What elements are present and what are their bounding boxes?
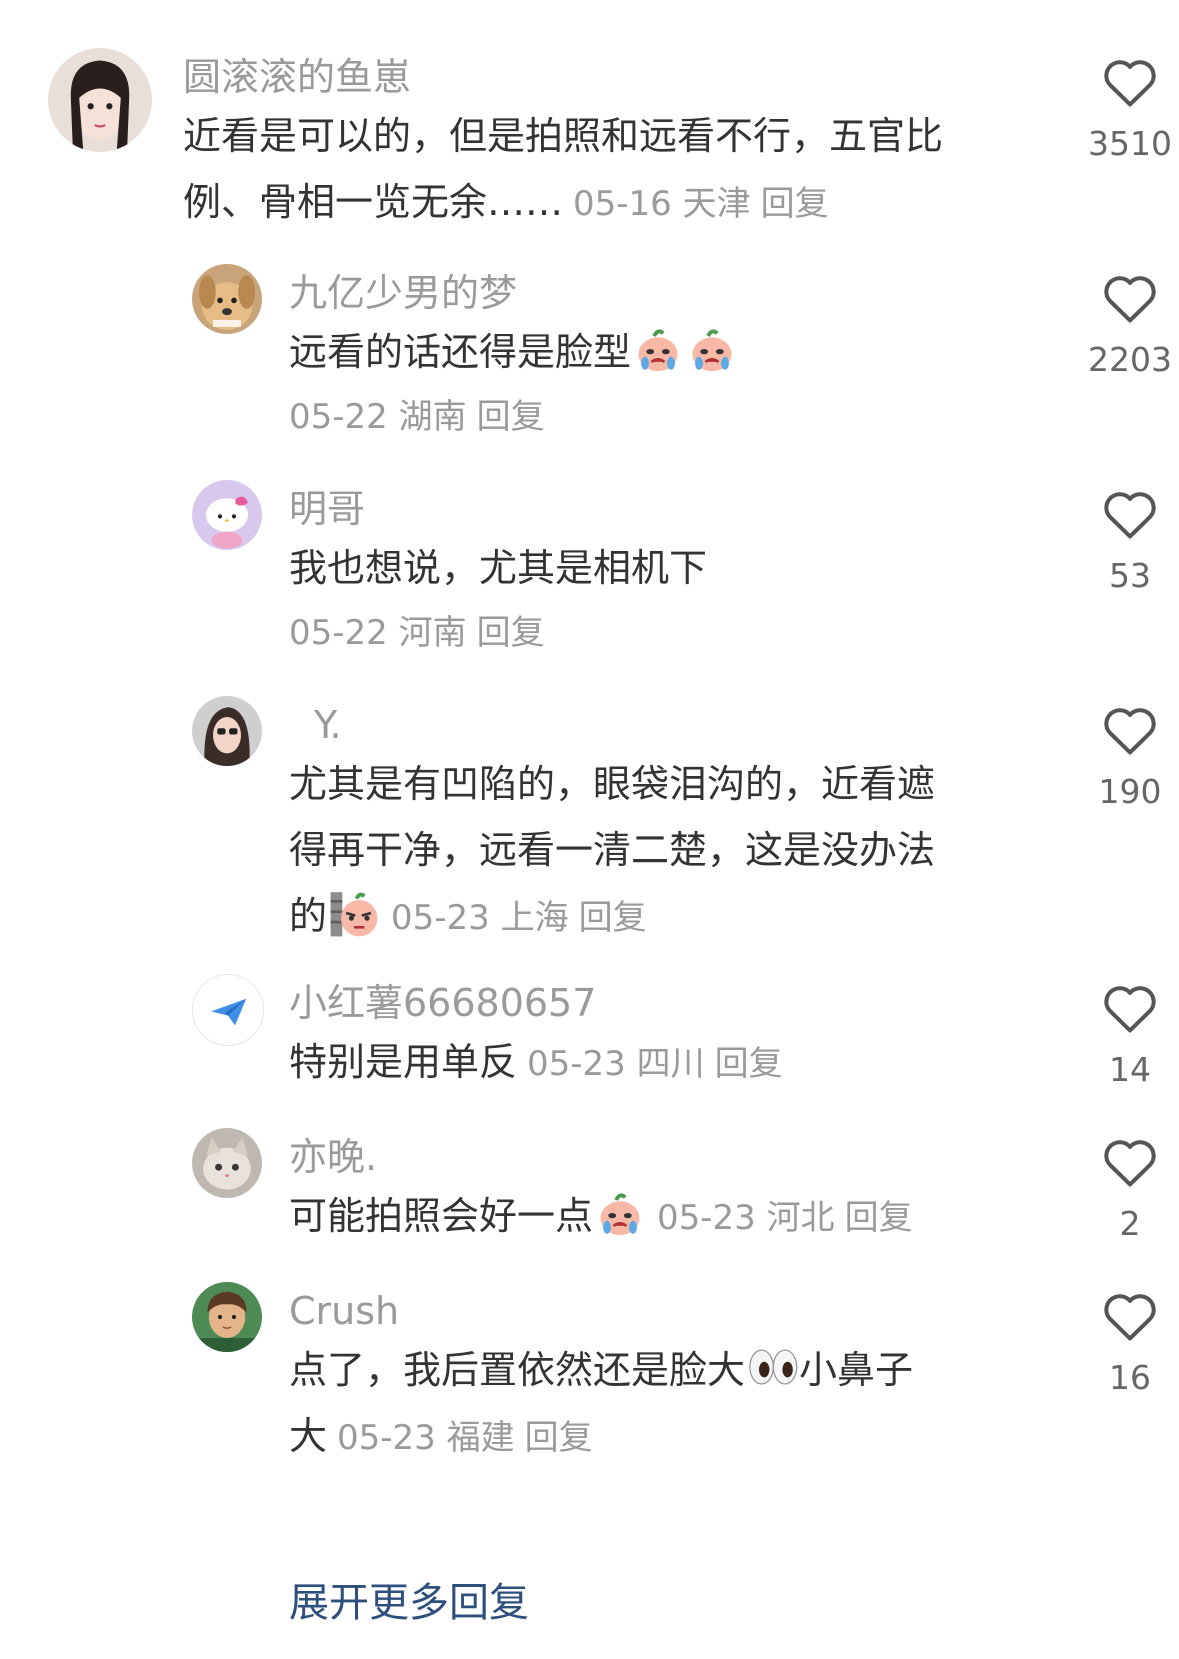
like-button[interactable]: 2203: [1065, 272, 1179, 380]
reply-button[interactable]: 回复: [477, 613, 545, 653]
comment-date: 05-16: [573, 184, 672, 224]
comment-location: 四川: [636, 1044, 705, 1084]
heart-icon: [1104, 1140, 1156, 1187]
like-count: 2203: [1088, 340, 1172, 379]
like-button[interactable]: 53: [1065, 488, 1179, 596]
crying-peach-emoji: [632, 323, 684, 375]
comment-meta: 05-22 湖南 回复: [289, 394, 545, 440]
like-button[interactable]: 14: [1065, 982, 1179, 1090]
reply-button[interactable]: 回复: [845, 1198, 913, 1238]
comment-date: 05-23: [391, 898, 490, 938]
like-count: 190: [1098, 772, 1162, 811]
comment-username[interactable]: 明哥: [289, 486, 365, 532]
heart-icon: [1104, 986, 1156, 1033]
avatar[interactable]: [192, 696, 262, 766]
like-button[interactable]: 190: [1065, 704, 1179, 812]
comment-text: 特别是用单反 05-23 四川 回复: [289, 1040, 783, 1084]
like-count: 3510: [1088, 124, 1172, 163]
eyes-emoji: [746, 1341, 798, 1393]
like-count: 14: [1109, 1050, 1151, 1089]
comment-text: 尤其是有凹陷的，眼袋泪沟的，近看遮 得再干净，远看一清二楚，这是没办法 的 05-…: [289, 762, 936, 939]
heart-icon: [1104, 708, 1156, 755]
comment-location: 天津: [682, 184, 751, 224]
avatar[interactable]: [192, 1128, 262, 1198]
like-button[interactable]: 3510: [1065, 56, 1179, 164]
avatar[interactable]: [192, 480, 262, 550]
reply-button[interactable]: 回复: [477, 397, 545, 437]
heart-icon: [1104, 276, 1156, 323]
reply-button[interactable]: 回复: [525, 1418, 593, 1458]
crying-peach-emoji: [594, 1187, 646, 1239]
comment-username[interactable]: 小红薯66680657: [289, 980, 596, 1026]
comment-text: 我也想说，尤其是相机下: [289, 546, 708, 590]
heart-icon: [1104, 492, 1156, 539]
comment-username[interactable]: 九亿少男的梦: [289, 270, 517, 316]
like-button[interactable]: 2: [1065, 1136, 1179, 1244]
reply-button[interactable]: 回复: [715, 1044, 783, 1084]
reply-button[interactable]: 回复: [579, 898, 647, 938]
comment-date: 05-23: [657, 1198, 756, 1238]
comment-date: 05-22: [289, 397, 388, 437]
comment-location: 河南: [398, 613, 467, 653]
like-button[interactable]: 16: [1065, 1290, 1179, 1398]
comment-date: 05-22: [289, 613, 388, 653]
comment-text: 点了，我后置依然还是脸大 小鼻子 大 05-23 福建 回复: [289, 1337, 989, 1471]
avatar[interactable]: [48, 48, 152, 152]
avatar[interactable]: [192, 264, 262, 334]
comment-location: 河北: [766, 1198, 835, 1238]
comment-username[interactable]: 亦晚.: [289, 1134, 377, 1180]
comment-location: 湖南: [398, 397, 467, 437]
like-count: 2: [1119, 1204, 1141, 1243]
comment-text: 近看是可以的，但是拍照和远看不行，五官比例、骨相一览无余…… 05-16 天津 回复: [183, 114, 944, 224]
avatar[interactable]: [192, 1282, 262, 1352]
heart-icon: [1104, 60, 1156, 107]
comment-username[interactable]: Crush: [289, 1288, 399, 1334]
comment-meta: 05-22 河南 回复: [289, 610, 545, 656]
comment-text: 远看的话还得是脸型: [289, 319, 989, 385]
like-count: 16: [1109, 1358, 1151, 1397]
comment-location: 福建: [446, 1418, 515, 1458]
comment-date: 05-23: [337, 1418, 436, 1458]
peeking-peach-emoji: [328, 887, 380, 939]
avatar[interactable]: [192, 974, 264, 1046]
like-count: 53: [1109, 556, 1151, 595]
comment-username[interactable]: 圆滚滚的鱼崽: [183, 54, 411, 100]
comment-text: 可能拍照会好一点 05-23 河北 回复: [289, 1183, 989, 1251]
comment-date: 05-23: [527, 1044, 626, 1084]
comment-location: 上海: [500, 898, 569, 938]
comment-username[interactable]: Y.: [314, 702, 342, 748]
crying-peach-emoji: [686, 323, 738, 375]
expand-more-replies-button[interactable]: 展开更多回复: [289, 1570, 529, 1628]
reply-button[interactable]: 回复: [761, 184, 829, 224]
heart-icon: [1104, 1294, 1156, 1341]
